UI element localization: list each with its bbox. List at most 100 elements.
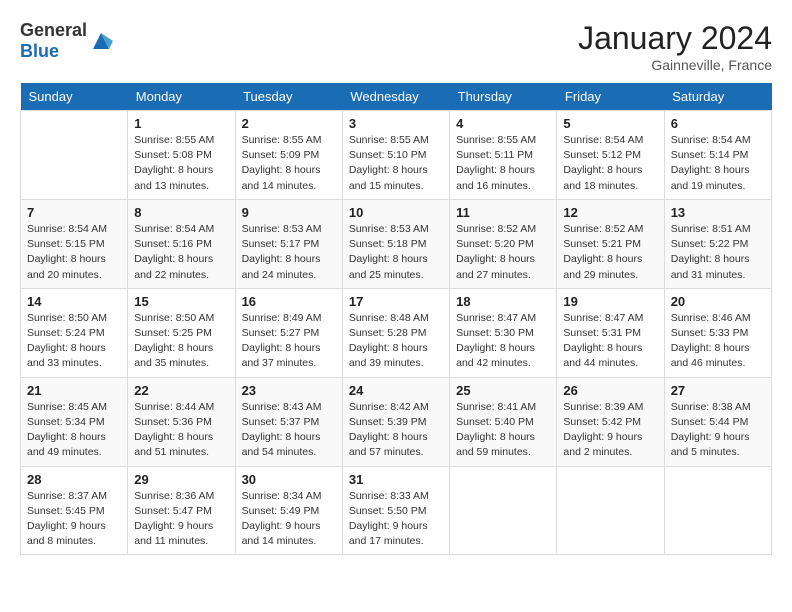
- day-number: 15: [134, 294, 228, 309]
- day-number: 6: [671, 116, 765, 131]
- day-number: 3: [349, 116, 443, 131]
- page-header: General Blue January 2024 Gainneville, F…: [20, 20, 772, 73]
- day-info: Sunrise: 8:36 AM Sunset: 5:47 PM Dayligh…: [134, 489, 228, 550]
- calendar-week-row: 14Sunrise: 8:50 AM Sunset: 5:24 PM Dayli…: [21, 288, 772, 377]
- weekday-header: Wednesday: [342, 83, 449, 111]
- calendar-day-cell: 3 Sunrise: 8:55 AM Sunset: 5:10 PM Daylig…: [342, 111, 449, 200]
- day-number: 23: [242, 383, 336, 398]
- calendar-day-cell: 25 Sunrise: 8:41 AM Sunset: 5:40 PM Dayli…: [450, 377, 557, 466]
- calendar-day-cell: 14Sunrise: 8:50 AM Sunset: 5:24 PM Dayli…: [21, 288, 128, 377]
- calendar-header: SundayMondayTuesdayWednesdayThursdayFrid…: [21, 83, 772, 111]
- calendar-day-cell: 4 Sunrise: 8:55 AM Sunset: 5:11 PM Daylig…: [450, 111, 557, 200]
- day-info: Sunrise: 8:41 AM Sunset: 5:40 PM Dayligh…: [456, 400, 550, 461]
- day-info: Sunrise: 8:54 AM Sunset: 5:12 PM Dayligh…: [563, 133, 657, 194]
- calendar-day-cell: 26 Sunrise: 8:39 AM Sunset: 5:42 PM Dayli…: [557, 377, 664, 466]
- day-info: Sunrise: 8:42 AM Sunset: 5:39 PM Dayligh…: [349, 400, 443, 461]
- weekday-header: Friday: [557, 83, 664, 111]
- calendar-day-cell: 19Sunrise: 8:47 AM Sunset: 5:31 PM Dayli…: [557, 288, 664, 377]
- day-number: 2: [242, 116, 336, 131]
- calendar-day-cell: 27 Sunrise: 8:38 AM Sunset: 5:44 PM Dayli…: [664, 377, 771, 466]
- day-number: 18: [456, 294, 550, 309]
- day-number: 30: [242, 472, 336, 487]
- day-info: Sunrise: 8:54 AM Sunset: 5:15 PM Dayligh…: [27, 222, 121, 283]
- day-number: 31: [349, 472, 443, 487]
- calendar-day-cell: 12 Sunrise: 8:52 AM Sunset: 5:21 PM Dayli…: [557, 199, 664, 288]
- weekday-header: Monday: [128, 83, 235, 111]
- day-number: 29: [134, 472, 228, 487]
- day-number: 20: [671, 294, 765, 309]
- calendar-week-row: 28 Sunrise: 8:37 AM Sunset: 5:45 PM Dayli…: [21, 466, 772, 555]
- day-info: Sunrise: 8:44 AM Sunset: 5:36 PM Dayligh…: [134, 400, 228, 461]
- calendar-week-row: 21Sunrise: 8:45 AM Sunset: 5:34 PM Dayli…: [21, 377, 772, 466]
- calendar-day-cell: 17 Sunrise: 8:48 AM Sunset: 5:28 PM Dayli…: [342, 288, 449, 377]
- day-number: 5: [563, 116, 657, 131]
- day-number: 26: [563, 383, 657, 398]
- day-info: Sunrise: 8:47 AM Sunset: 5:30 PM Dayligh…: [456, 311, 550, 372]
- day-number: 19: [563, 294, 657, 309]
- day-number: 11: [456, 205, 550, 220]
- day-info: Sunrise: 8:46 AM Sunset: 5:33 PM Dayligh…: [671, 311, 765, 372]
- calendar-day-cell: 10Sunrise: 8:53 AM Sunset: 5:18 PM Dayli…: [342, 199, 449, 288]
- day-number: 14: [27, 294, 121, 309]
- calendar-day-cell: 30Sunrise: 8:34 AM Sunset: 5:49 PM Dayli…: [235, 466, 342, 555]
- day-number: 9: [242, 205, 336, 220]
- day-number: 10: [349, 205, 443, 220]
- day-number: 21: [27, 383, 121, 398]
- day-info: Sunrise: 8:39 AM Sunset: 5:42 PM Dayligh…: [563, 400, 657, 461]
- calendar-day-cell: 15Sunrise: 8:50 AM Sunset: 5:25 PM Dayli…: [128, 288, 235, 377]
- calendar-day-cell: 20 Sunrise: 8:46 AM Sunset: 5:33 PM Dayli…: [664, 288, 771, 377]
- day-info: Sunrise: 8:54 AM Sunset: 5:16 PM Dayligh…: [134, 222, 228, 283]
- calendar-day-cell: 9 Sunrise: 8:53 AM Sunset: 5:17 PM Daylig…: [235, 199, 342, 288]
- day-number: 17: [349, 294, 443, 309]
- calendar-day-cell: [664, 466, 771, 555]
- calendar-day-cell: 6 Sunrise: 8:54 AM Sunset: 5:14 PM Daylig…: [664, 111, 771, 200]
- weekday-row: SundayMondayTuesdayWednesdayThursdayFrid…: [21, 83, 772, 111]
- calendar-day-cell: 21Sunrise: 8:45 AM Sunset: 5:34 PM Dayli…: [21, 377, 128, 466]
- calendar-day-cell: 8 Sunrise: 8:54 AM Sunset: 5:16 PM Daylig…: [128, 199, 235, 288]
- calendar-week-row: 7 Sunrise: 8:54 AM Sunset: 5:15 PM Daylig…: [21, 199, 772, 288]
- calendar-day-cell: [557, 466, 664, 555]
- weekday-header: Thursday: [450, 83, 557, 111]
- day-number: 24: [349, 383, 443, 398]
- calendar-day-cell: [450, 466, 557, 555]
- calendar-day-cell: 2 Sunrise: 8:55 AM Sunset: 5:09 PM Daylig…: [235, 111, 342, 200]
- month-year-title: January 2024: [578, 20, 772, 57]
- calendar-day-cell: 18 Sunrise: 8:47 AM Sunset: 5:30 PM Dayli…: [450, 288, 557, 377]
- day-info: Sunrise: 8:53 AM Sunset: 5:17 PM Dayligh…: [242, 222, 336, 283]
- day-number: 27: [671, 383, 765, 398]
- day-info: Sunrise: 8:52 AM Sunset: 5:21 PM Dayligh…: [563, 222, 657, 283]
- day-info: Sunrise: 8:33 AM Sunset: 5:50 PM Dayligh…: [349, 489, 443, 550]
- day-info: Sunrise: 8:55 AM Sunset: 5:11 PM Dayligh…: [456, 133, 550, 194]
- logo-icon: [89, 29, 113, 53]
- day-number: 4: [456, 116, 550, 131]
- day-info: Sunrise: 8:55 AM Sunset: 5:09 PM Dayligh…: [242, 133, 336, 194]
- calendar-day-cell: 23Sunrise: 8:43 AM Sunset: 5:37 PM Dayli…: [235, 377, 342, 466]
- day-info: Sunrise: 8:38 AM Sunset: 5:44 PM Dayligh…: [671, 400, 765, 461]
- day-number: 1: [134, 116, 228, 131]
- day-info: Sunrise: 8:49 AM Sunset: 5:27 PM Dayligh…: [242, 311, 336, 372]
- day-number: 8: [134, 205, 228, 220]
- day-info: Sunrise: 8:37 AM Sunset: 5:45 PM Dayligh…: [27, 489, 121, 550]
- day-number: 7: [27, 205, 121, 220]
- day-number: 22: [134, 383, 228, 398]
- calendar-body: 1Sunrise: 8:55 AM Sunset: 5:08 PM Daylig…: [21, 111, 772, 555]
- calendar-day-cell: 11Sunrise: 8:52 AM Sunset: 5:20 PM Dayli…: [450, 199, 557, 288]
- title-block: January 2024 Gainneville, France: [578, 20, 772, 73]
- calendar-day-cell: 29 Sunrise: 8:36 AM Sunset: 5:47 PM Dayli…: [128, 466, 235, 555]
- weekday-header: Tuesday: [235, 83, 342, 111]
- calendar-day-cell: 13Sunrise: 8:51 AM Sunset: 5:22 PM Dayli…: [664, 199, 771, 288]
- day-info: Sunrise: 8:48 AM Sunset: 5:28 PM Dayligh…: [349, 311, 443, 372]
- day-info: Sunrise: 8:55 AM Sunset: 5:10 PM Dayligh…: [349, 133, 443, 194]
- calendar-week-row: 1Sunrise: 8:55 AM Sunset: 5:08 PM Daylig…: [21, 111, 772, 200]
- calendar-table: SundayMondayTuesdayWednesdayThursdayFrid…: [20, 83, 772, 555]
- day-number: 13: [671, 205, 765, 220]
- calendar-day-cell: 5 Sunrise: 8:54 AM Sunset: 5:12 PM Daylig…: [557, 111, 664, 200]
- day-number: 16: [242, 294, 336, 309]
- weekday-header: Sunday: [21, 83, 128, 111]
- day-number: 12: [563, 205, 657, 220]
- day-number: 25: [456, 383, 550, 398]
- calendar-day-cell: 7 Sunrise: 8:54 AM Sunset: 5:15 PM Daylig…: [21, 199, 128, 288]
- calendar-day-cell: 31 Sunrise: 8:33 AM Sunset: 5:50 PM Dayli…: [342, 466, 449, 555]
- day-number: 28: [27, 472, 121, 487]
- day-info: Sunrise: 8:54 AM Sunset: 5:14 PM Dayligh…: [671, 133, 765, 194]
